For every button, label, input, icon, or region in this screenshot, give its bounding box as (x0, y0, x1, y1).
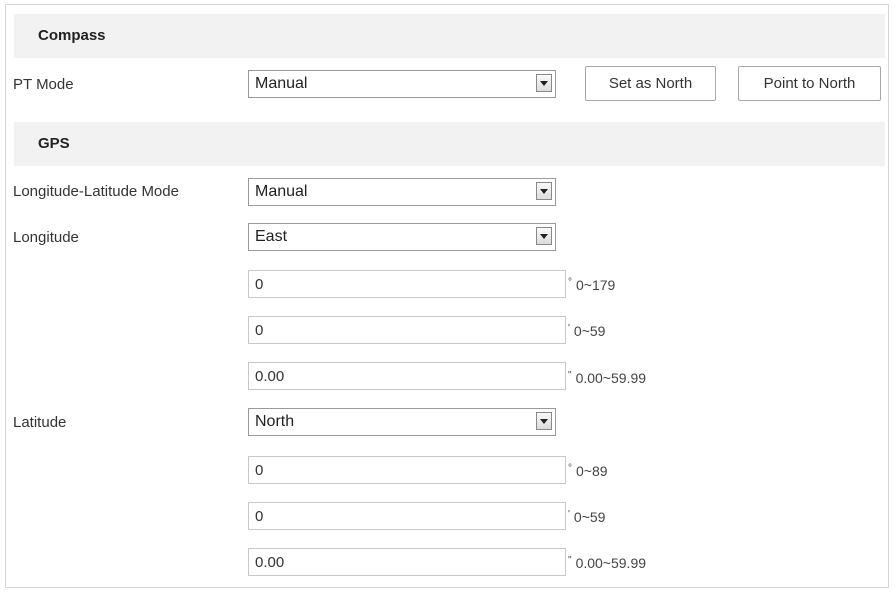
latitude-minutes-input[interactable]: 0 (248, 502, 566, 530)
minute-symbol: ' (568, 509, 570, 520)
longitude-latitude-mode-select[interactable]: Manual (248, 178, 556, 206)
longitude-seconds-range: " 0.00~59.99 (568, 370, 646, 386)
longitude-degrees-range-text: 0~179 (576, 277, 616, 293)
pt-mode-select[interactable]: Manual (248, 70, 556, 98)
chevron-down-icon[interactable] (536, 182, 552, 200)
pt-mode-value: Manual (255, 75, 308, 92)
gps-section-header: GPS (14, 122, 885, 166)
latitude-direction-value: North (255, 413, 295, 430)
longitude-degrees-value: 0 (255, 276, 264, 293)
compass-section-title: Compass (38, 27, 106, 44)
latitude-seconds-input[interactable]: 0.00 (248, 548, 566, 576)
longitude-direction-value: East (255, 228, 288, 245)
latitude-direction-select[interactable]: North (248, 408, 556, 436)
latitude-seconds-range: " 0.00~59.99 (568, 555, 646, 571)
gps-section-title: GPS (38, 135, 70, 152)
latitude-minutes-range-text: 0~59 (573, 509, 606, 525)
latitude-degrees-input[interactable]: 0 (248, 456, 566, 484)
longitude-direction-select[interactable]: East (248, 223, 556, 251)
latitude-minutes-value: 0 (255, 508, 264, 525)
longitude-minutes-input[interactable]: 0 (248, 316, 566, 344)
point-to-north-button[interactable]: Point to North (738, 66, 881, 101)
compass-section-header: Compass (14, 14, 885, 58)
latitude-degrees-range: ° 0~89 (568, 463, 608, 479)
longitude-minutes-range-text: 0~59 (573, 323, 606, 339)
longitude-seconds-range-text: 0.00~59.99 (575, 370, 647, 386)
chevron-down-icon[interactable] (536, 227, 552, 245)
longitude-minutes-range: ' 0~59 (568, 323, 605, 339)
longitude-seconds-value: 0.00 (255, 368, 285, 385)
minute-symbol: ' (568, 323, 570, 334)
latitude-minutes-range: ' 0~59 (568, 509, 605, 525)
degree-symbol: ° (568, 277, 572, 288)
longitude-label: Longitude (13, 229, 79, 246)
latitude-seconds-range-text: 0.00~59.99 (575, 555, 647, 571)
longitude-minutes-value: 0 (255, 322, 264, 339)
longitude-degrees-range: ° 0~179 (568, 277, 615, 293)
latitude-degrees-range-text: 0~89 (576, 463, 608, 479)
latitude-label: Latitude (13, 414, 67, 431)
set-as-north-button[interactable]: Set as North (585, 66, 716, 101)
second-symbol: " (568, 370, 572, 381)
longitude-seconds-input[interactable]: 0.00 (248, 362, 566, 390)
latitude-seconds-value: 0.00 (255, 554, 285, 571)
latitude-degrees-value: 0 (255, 462, 264, 479)
longitude-degrees-input[interactable]: 0 (248, 270, 566, 298)
longitude-latitude-mode-value: Manual (255, 183, 308, 200)
chevron-down-icon[interactable] (536, 412, 552, 430)
second-symbol: " (568, 555, 572, 566)
chevron-down-icon[interactable] (536, 74, 552, 92)
longitude-latitude-mode-label: Longitude-Latitude Mode (13, 183, 179, 200)
degree-symbol: ° (568, 463, 572, 474)
pt-mode-label: PT Mode (13, 76, 74, 93)
